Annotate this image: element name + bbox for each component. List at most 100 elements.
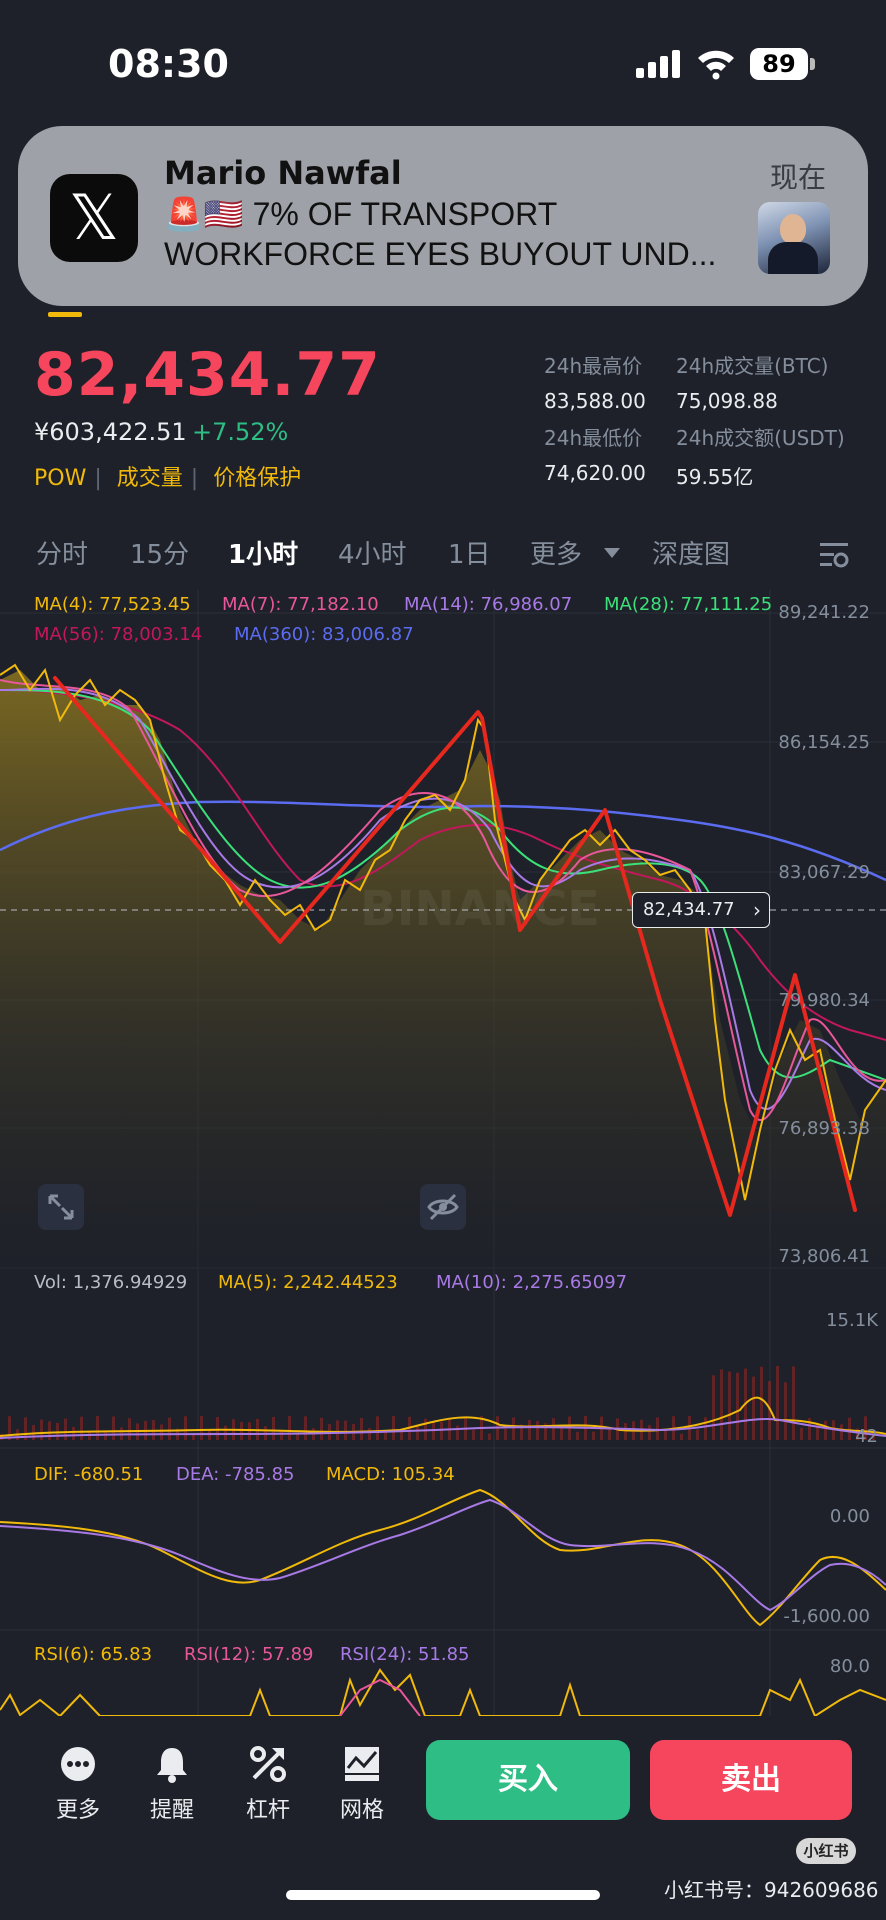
stat-label: 24h成交量(BTC) xyxy=(676,354,829,378)
volume-bar xyxy=(504,1428,507,1440)
stat-24h-volume-btc: 24h成交量(BTC) 75,098.88 xyxy=(676,350,828,413)
volume-bar xyxy=(128,1418,131,1440)
stat-value: 59.55亿 xyxy=(676,465,754,489)
volume-bar xyxy=(696,1429,699,1440)
tab-1d[interactable]: 1日 xyxy=(448,534,491,571)
volume-bar xyxy=(288,1416,291,1440)
sell-button[interactable]: 卖出 xyxy=(650,1740,852,1820)
volume-bar xyxy=(168,1417,171,1440)
rsi12-legend: RSI(12): 57.89 xyxy=(184,1644,314,1665)
volume-bar xyxy=(112,1416,115,1440)
volume-bar xyxy=(48,1421,51,1440)
volume-bar xyxy=(72,1426,75,1440)
tag-pow[interactable]: POW xyxy=(34,466,86,491)
chart-settings-icon[interactable] xyxy=(818,540,850,570)
volume-bar xyxy=(704,1417,707,1440)
volume-bar xyxy=(224,1425,227,1440)
bell-icon xyxy=(157,1748,187,1783)
tab-indicator xyxy=(48,312,82,317)
buy-button[interactable]: 买入 xyxy=(426,1740,630,1820)
bottom-nav-alert[interactable]: 提醒 xyxy=(132,1744,212,1824)
volume-bar xyxy=(392,1416,395,1440)
last-price-tag[interactable]: 82,434.77 › xyxy=(632,892,770,928)
volume-bar xyxy=(384,1432,387,1440)
bottom-nav-label: 提醒 xyxy=(149,1798,194,1823)
timeframe-tabs: 分时 15分 1小时 4小时 1日 更多 深度图 xyxy=(0,534,886,580)
bottom-nav-label: 更多 xyxy=(55,1798,100,1823)
y-axis-label: 86,154.25 xyxy=(778,732,870,753)
volume-bar xyxy=(208,1430,211,1440)
volume-bar xyxy=(248,1422,251,1440)
fullscreen-button[interactable] xyxy=(38,1184,84,1230)
status-time: 08:30 xyxy=(108,42,229,86)
volume-bar xyxy=(536,1421,539,1440)
tab-timeline[interactable]: 分时 xyxy=(36,534,88,571)
volume-bar xyxy=(344,1420,347,1440)
volume-bar xyxy=(576,1431,579,1440)
ma28-legend: MA(28): 77,111.25 xyxy=(604,594,773,615)
leverage-icon xyxy=(250,1746,286,1782)
status-bar: 08:30 89 xyxy=(0,0,886,120)
price-area xyxy=(0,670,886,1270)
bottom-nav-leverage[interactable]: 杠杆 xyxy=(228,1744,308,1824)
tag-price-protection[interactable]: 价格保护 xyxy=(213,466,301,491)
volume-bar xyxy=(376,1416,379,1440)
y-axis-label: 79,980.34 xyxy=(778,990,870,1011)
stat-value: 75,098.88 xyxy=(676,389,778,413)
tab-4h[interactable]: 4小时 xyxy=(338,534,407,571)
hide-indicators-button[interactable] xyxy=(420,1184,466,1230)
macd-value-legend: MACD: 105.34 xyxy=(326,1464,455,1485)
volume-bar xyxy=(552,1418,555,1440)
wifi-icon xyxy=(698,50,734,80)
candlestick-chart[interactable]: BINANCE xyxy=(0,584,886,1716)
tag-volume[interactable]: 成交量 xyxy=(117,466,183,491)
price-cny: ¥603,422.51 xyxy=(34,418,187,446)
ma4-legend: MA(4): 77,523.45 xyxy=(34,594,191,615)
expand-icon xyxy=(48,1194,74,1220)
home-indicator[interactable] xyxy=(286,1890,600,1900)
notification-thumbnail xyxy=(758,202,830,274)
volume-bar xyxy=(432,1422,435,1440)
more-icon xyxy=(61,1747,95,1781)
volume-bar xyxy=(488,1433,491,1440)
binance-watermark: BINANCE xyxy=(360,881,600,937)
push-notification[interactable]: 𝕏 Mario Nawfal 🚨🇺🇸 7% OF TRANSPORT WORKF… xyxy=(18,126,868,306)
stat-24h-high: 24h最高价 83,588.00 xyxy=(544,350,646,413)
notification-time: 现在 xyxy=(770,161,827,194)
y-axis-label: 89,241.22 xyxy=(778,602,870,623)
volume-bar xyxy=(456,1425,459,1440)
volume-bar xyxy=(64,1418,67,1440)
volume-bar xyxy=(720,1369,723,1440)
notification-body-line2: WORKFORCE EYES BUYOUT UND... xyxy=(164,236,717,272)
bottom-nav-more[interactable]: 更多 xyxy=(38,1744,118,1824)
bottom-nav-grid[interactable]: 网格 xyxy=(322,1744,402,1824)
rsi24-legend: RSI(24): 51.85 xyxy=(340,1644,470,1665)
volume-bar xyxy=(360,1417,363,1440)
macd-dif-line xyxy=(0,1488,886,1627)
volume-bar xyxy=(336,1420,339,1440)
stat-24h-low: 24h最低价 74,620.00 xyxy=(544,422,646,485)
x-app-icon: 𝕏 xyxy=(50,174,138,262)
tab-depth[interactable]: 深度图 xyxy=(652,534,730,571)
volume-bar xyxy=(736,1372,739,1440)
macd-dea-line xyxy=(0,1498,886,1612)
rsi-line xyxy=(0,1668,886,1716)
macd-dif-legend: DIF: -680.51 xyxy=(34,1464,144,1485)
tab-15m[interactable]: 15分 xyxy=(130,534,189,571)
volume-bar xyxy=(656,1417,659,1440)
coin-tags: POW | 成交量 | 价格保护 xyxy=(34,466,302,491)
volume-bar xyxy=(416,1426,419,1440)
volume-bar xyxy=(160,1424,163,1440)
stat-label: 24h最低价 xyxy=(544,426,643,450)
stat-label: 24h最高价 xyxy=(544,354,643,378)
volume-bar xyxy=(472,1429,475,1440)
last-price-tag-value: 82,434.77 xyxy=(643,899,735,920)
stat-label: 24h成交额(USDT) xyxy=(676,426,845,450)
volume-bar xyxy=(728,1371,731,1440)
volume-bar xyxy=(512,1417,515,1440)
volume-bar xyxy=(80,1416,83,1440)
tab-more[interactable]: 更多 xyxy=(530,534,582,571)
price-change-percent: +7.52% xyxy=(192,418,289,446)
chevron-down-icon[interactable] xyxy=(604,548,620,558)
tab-1h[interactable]: 1小时 xyxy=(228,534,298,571)
